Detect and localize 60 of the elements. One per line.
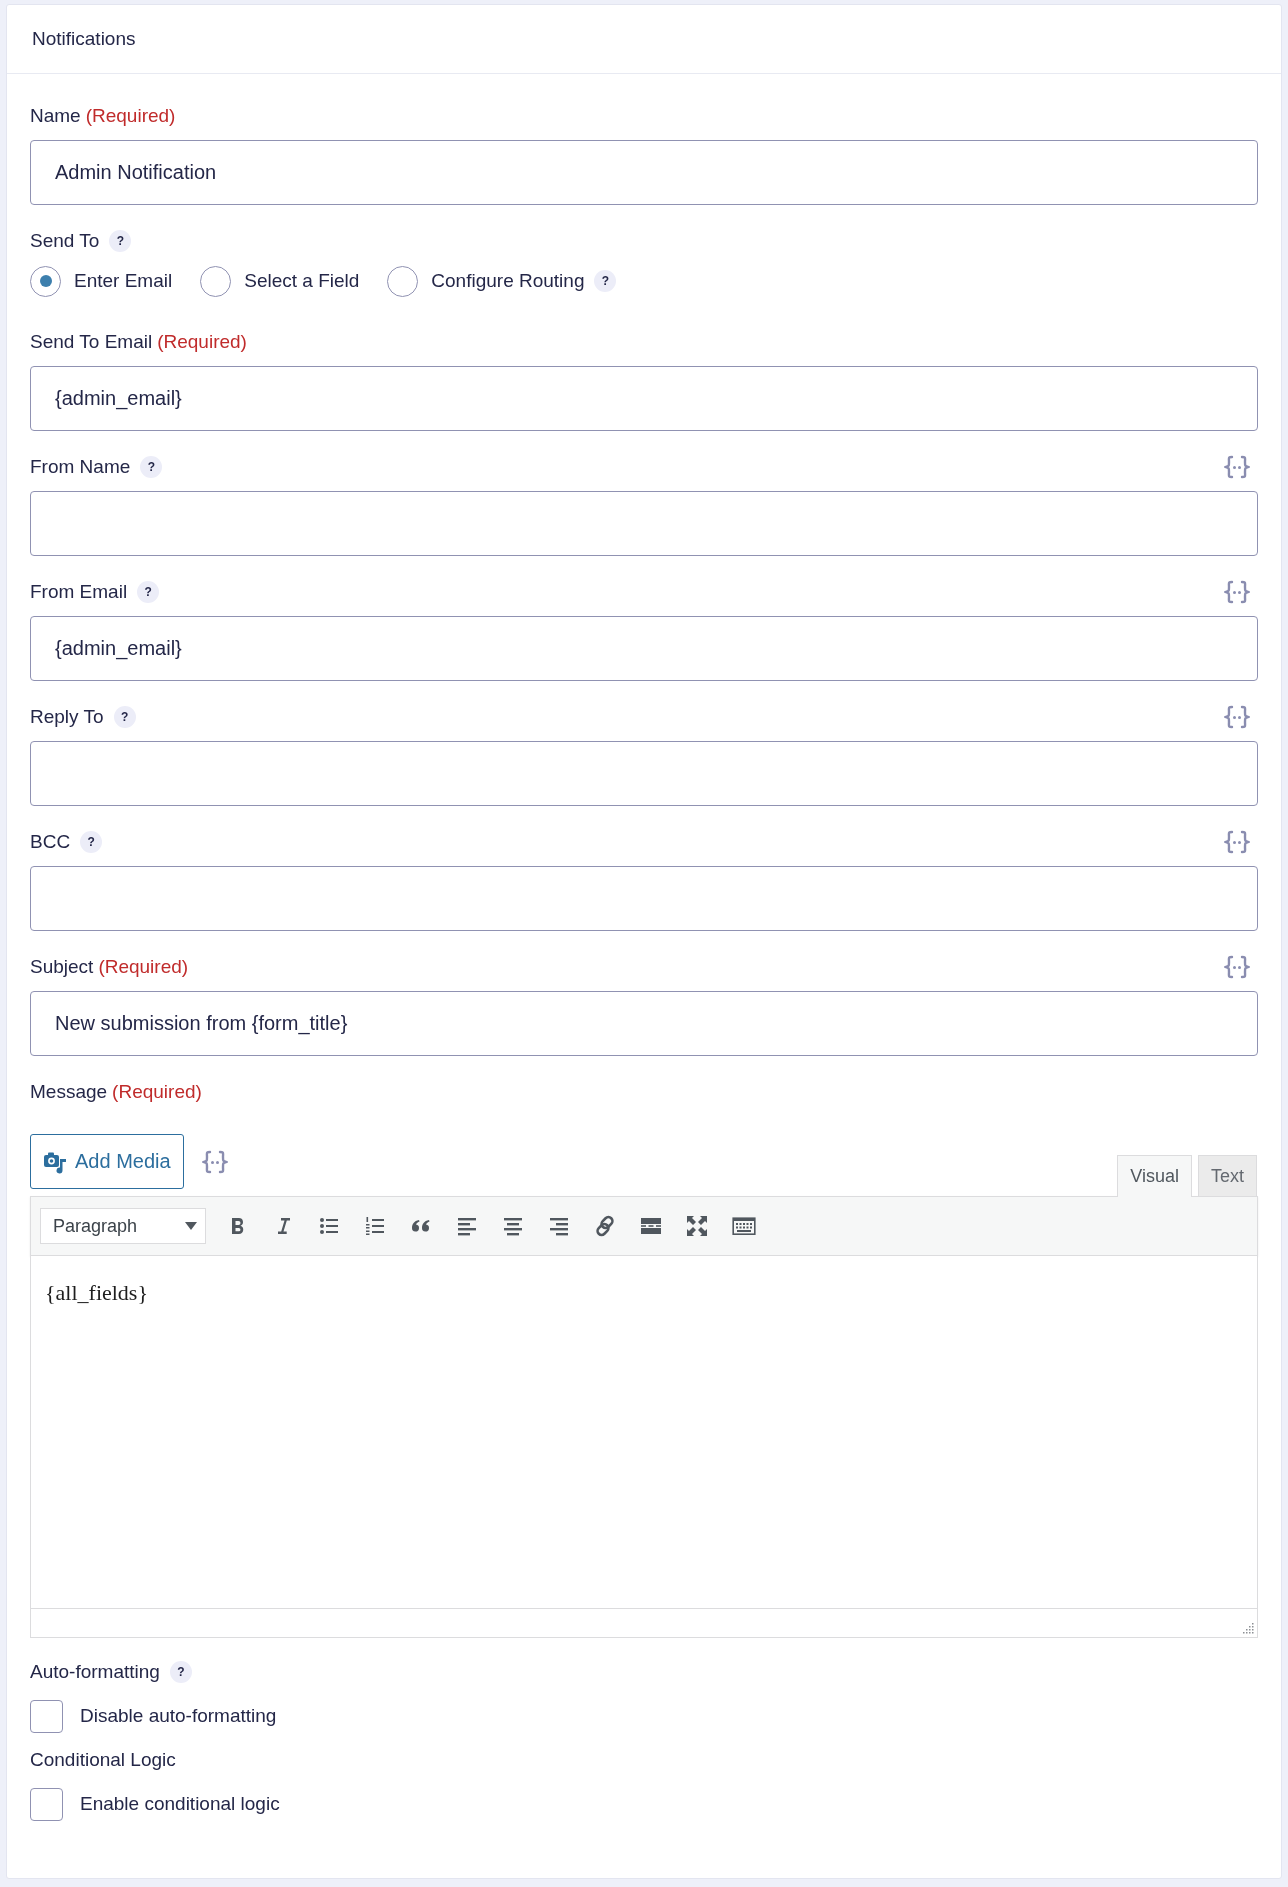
field-label: BCC bbox=[30, 831, 71, 853]
text-field[interactable]: Admin Notification bbox=[30, 140, 1258, 205]
required-label: (Required) bbox=[112, 1081, 202, 1103]
radio-label[interactable]: Enter Email bbox=[74, 270, 173, 292]
field-label: Conditional Logic bbox=[30, 1749, 176, 1771]
help-icon[interactable]: ? bbox=[137, 581, 160, 603]
editor-tab[interactable]: Text bbox=[1198, 1155, 1257, 1196]
braces-icon[interactable] bbox=[1224, 830, 1250, 854]
keyboard-icon[interactable] bbox=[732, 1215, 756, 1237]
checkbox-label[interactable]: Enable conditional logic bbox=[80, 1793, 280, 1815]
field-label: Name bbox=[30, 105, 81, 127]
braces-icon[interactable] bbox=[1224, 455, 1250, 479]
help-icon[interactable]: ? bbox=[80, 831, 103, 853]
field-label: From Name bbox=[30, 456, 131, 478]
field-label: Message bbox=[30, 1081, 108, 1103]
help-icon[interactable]: ? bbox=[109, 230, 132, 252]
braces-icon[interactable] bbox=[1224, 705, 1250, 729]
editor-area[interactable]: {all_fields} bbox=[30, 1256, 1258, 1608]
editor-content: {all_fields} bbox=[45, 1280, 149, 1306]
field-label: From Email bbox=[30, 581, 128, 603]
braces-icon[interactable] bbox=[1224, 955, 1250, 979]
link-icon[interactable] bbox=[594, 1215, 616, 1237]
caret-icon bbox=[185, 1222, 197, 1230]
required-label: (Required) bbox=[98, 956, 189, 978]
editor-tab[interactable]: Visual bbox=[1117, 1155, 1192, 1197]
align-right-icon[interactable] bbox=[548, 1215, 570, 1237]
checkbox[interactable] bbox=[30, 1699, 63, 1733]
field-label: Send To bbox=[30, 230, 100, 252]
braces-icon[interactable] bbox=[201, 1149, 228, 1174]
add-media-button[interactable]: Add Media bbox=[30, 1134, 184, 1189]
bulleted-list-icon[interactable] bbox=[318, 1215, 340, 1237]
text-field[interactable] bbox=[30, 491, 1258, 556]
align-left-icon[interactable] bbox=[456, 1215, 478, 1237]
fullscreen-icon[interactable] bbox=[686, 1215, 708, 1237]
required-label: (Required) bbox=[157, 331, 247, 353]
checkbox-label[interactable]: Disable auto-formatting bbox=[80, 1705, 277, 1727]
format-dropdown[interactable]: Paragraph bbox=[40, 1208, 206, 1244]
field-label: Auto-formatting bbox=[30, 1661, 160, 1683]
help-icon[interactable]: ? bbox=[169, 1661, 192, 1683]
text-field[interactable] bbox=[30, 866, 1258, 931]
text-field[interactable]: {admin_email} bbox=[30, 616, 1258, 681]
panel-title: Notifications bbox=[32, 28, 136, 50]
field-label: Reply To bbox=[30, 706, 104, 728]
field-label: Send To Email bbox=[30, 331, 153, 353]
field-label: Subject bbox=[30, 956, 94, 978]
read-more-icon[interactable] bbox=[640, 1215, 662, 1237]
resize-handle-icon[interactable] bbox=[1242, 1622, 1254, 1634]
text-field[interactable]: New submission from {form_title} bbox=[30, 991, 1258, 1056]
text-field[interactable] bbox=[30, 741, 1258, 806]
numbered-list-icon[interactable] bbox=[364, 1215, 386, 1237]
help-icon[interactable]: ? bbox=[113, 706, 136, 728]
text-field[interactable]: {admin_email} bbox=[30, 366, 1258, 431]
help-icon[interactable]: ? bbox=[594, 270, 617, 292]
required-label: (Required) bbox=[85, 105, 176, 127]
checkbox[interactable] bbox=[30, 1787, 63, 1821]
align-center-icon[interactable] bbox=[502, 1215, 524, 1237]
radio-label[interactable]: Select a Field bbox=[244, 270, 360, 292]
radio-label[interactable]: Configure Routing bbox=[431, 270, 585, 292]
help-icon[interactable]: ? bbox=[140, 456, 163, 478]
braces-icon[interactable] bbox=[1224, 580, 1250, 604]
